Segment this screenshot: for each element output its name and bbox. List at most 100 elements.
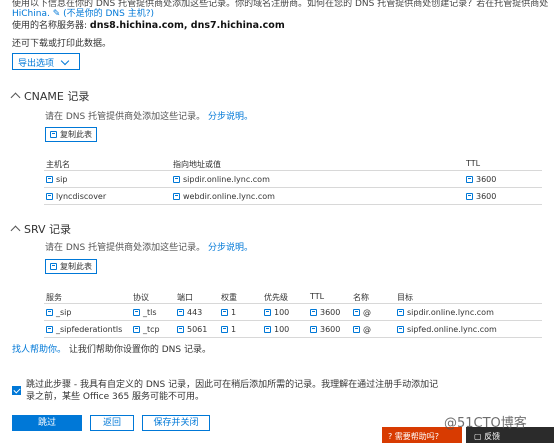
copy-icon[interactable]	[264, 309, 271, 316]
name-servers: 使用的名称服务器: dns8.hichina.com, dns7.hichina…	[12, 18, 285, 31]
copy-icon[interactable]	[310, 309, 317, 316]
chevron-up-icon	[10, 92, 21, 103]
srv-header-target: 目标	[397, 293, 413, 302]
cname-header-value: 指向地址或值	[173, 160, 221, 169]
copy-icon[interactable]	[173, 176, 180, 183]
skip-checkbox[interactable]	[12, 386, 21, 395]
chevron-up-icon	[10, 225, 21, 236]
copy-icon[interactable]	[466, 176, 473, 183]
copy-icon[interactable]	[177, 309, 184, 316]
copy-icon[interactable]	[353, 309, 360, 316]
table-cell: 3600	[466, 175, 496, 184]
skip-button[interactable]: 跳过	[12, 415, 82, 431]
copy-icon[interactable]	[310, 326, 317, 333]
table-cell: _tcp	[133, 325, 160, 334]
cell-protocol: _tcp	[143, 325, 160, 334]
export-options-button[interactable]: 导出选项	[12, 53, 80, 70]
cell-protocol: _tls	[143, 308, 157, 317]
table-cell: _tls	[133, 308, 157, 317]
copy-icon[interactable]	[353, 326, 360, 333]
srv-hint-text: 请在 DNS 托管提供商处添加这些记录。	[45, 243, 206, 253]
cell-service: _sipfederationtls	[56, 325, 123, 334]
cname-hint: 请在 DNS 托管提供商处添加这些记录。 分步说明。	[45, 109, 253, 122]
copy-icon[interactable]	[397, 326, 404, 333]
srv-header-weight: 权重	[221, 293, 237, 302]
table-cell: sipdir.online.lync.com	[173, 175, 270, 184]
cell-service: _sip	[56, 308, 72, 317]
cname-copy-label: 复制此表	[60, 130, 92, 139]
srv-section-toggle[interactable]: SRV 记录	[10, 221, 71, 237]
get-help-link[interactable]: 找人帮助你。	[12, 345, 66, 355]
table-cell: 100	[264, 325, 289, 334]
copy-icon[interactable]	[177, 326, 184, 333]
table-cell: 3600	[310, 325, 340, 334]
save-close-button[interactable]: 保存并关闭	[142, 415, 210, 431]
cell-ttl: 3600	[476, 175, 497, 184]
cell-priority: 100	[274, 308, 290, 317]
table-cell: 3600	[466, 192, 496, 201]
copy-icon[interactable]	[46, 309, 53, 316]
cname-section-toggle[interactable]: CNAME 记录	[10, 88, 90, 104]
srv-copy-label: 复制此表	[60, 262, 92, 271]
srv-header-protocol: 协议	[133, 293, 149, 302]
need-help-label: 需要帮助吗?	[394, 432, 440, 441]
table-cell: webdir.online.lync.com	[173, 192, 275, 201]
srv-header-priority: 优先级	[264, 293, 288, 302]
copy-icon[interactable]	[46, 193, 53, 200]
copy-icon[interactable]	[133, 309, 140, 316]
table-row: sip	[46, 175, 67, 184]
copy-icon[interactable]	[46, 326, 53, 333]
cell-weight: 1	[231, 308, 237, 317]
copy-icon[interactable]	[46, 176, 53, 183]
copy-icon[interactable]	[466, 193, 473, 200]
help-line: 找人帮助你。 让我们帮助你设置你的 DNS 记录。	[12, 342, 211, 355]
cname-hint-text: 请在 DNS 托管提供商处添加这些记录。	[45, 112, 206, 122]
cname-copy-button[interactable]: 复制此表	[45, 127, 97, 142]
copy-icon[interactable]	[264, 326, 271, 333]
copy-icon[interactable]	[133, 326, 140, 333]
cell-name: @	[363, 308, 371, 317]
feedback-icon: ▢	[474, 432, 485, 441]
skip-text-line2: 录之前，某些 Office 365 服务可能不可用。	[26, 392, 205, 402]
copy-icon[interactable]	[221, 326, 228, 333]
srv-steps-link[interactable]: 分步说明。	[208, 243, 253, 253]
table-cell: sipfed.online.lync.com	[397, 325, 497, 334]
cell-port: 5061	[187, 325, 208, 334]
skip-text-line1: 跳过此步骤 - 我具有自定义的 DNS 记录，因此可在稍后添加所需的记录。我理解…	[26, 380, 439, 390]
copy-icon	[50, 131, 57, 138]
cname-steps-link[interactable]: 分步说明。	[208, 112, 253, 122]
cell-target: sipdir.online.lync.com	[407, 308, 494, 317]
back-button[interactable]: 返回	[90, 415, 134, 431]
cname-header-host: 主机名	[46, 160, 70, 169]
divider	[44, 303, 542, 304]
copy-icon[interactable]	[397, 309, 404, 316]
ns-value: dns8.hichina.com, dns7.hichina.com	[89, 20, 285, 31]
cname-title: CNAME 记录	[24, 90, 90, 103]
cell-host: lyncdiscover	[56, 192, 107, 201]
table-row: _sipfederationtls	[46, 325, 122, 334]
table-cell: 5061	[177, 325, 207, 334]
chevron-down-icon	[60, 56, 70, 66]
cell-ttl: 3600	[320, 308, 341, 317]
srv-header-service: 服务	[46, 293, 62, 302]
table-cell: @	[353, 325, 371, 334]
table-cell: sipdir.online.lync.com	[397, 308, 494, 317]
divider	[44, 320, 542, 321]
table-cell: 1	[221, 325, 236, 334]
copy-icon[interactable]	[173, 193, 180, 200]
divider	[44, 337, 542, 338]
srv-header-ttl: TTL	[310, 292, 325, 301]
srv-copy-button[interactable]: 复制此表	[45, 259, 97, 274]
srv-header-name: 名称	[353, 293, 369, 302]
help-text: 让我们帮助你设置你的 DNS 记录。	[66, 345, 211, 355]
cell-weight: 1	[231, 325, 237, 334]
table-cell: 1	[221, 308, 236, 317]
copy-icon[interactable]	[221, 309, 228, 316]
table-row: _sip	[46, 308, 71, 317]
export-options-label: 导出选项	[18, 59, 55, 69]
divider	[44, 187, 542, 188]
divider	[44, 204, 542, 205]
watermark: @51CTO博客	[444, 416, 527, 431]
feedback-label: 反馈	[484, 432, 501, 441]
copy-icon	[50, 263, 57, 270]
